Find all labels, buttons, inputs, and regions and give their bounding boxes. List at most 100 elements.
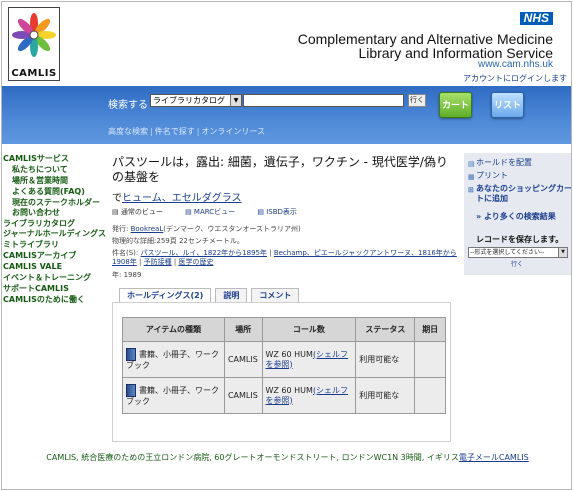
nav-item[interactable]: 場所＆営業時間 — [3, 176, 101, 187]
normal-view-link[interactable]: ▤ 通常のビュー — [112, 208, 173, 216]
holdings-header-row: アイテムの種類 場所 コール数 ステータス 期日 — [122, 317, 446, 342]
catalog-select-value: ライブラリカタログ — [153, 96, 225, 105]
publisher-label: 発行: — [112, 225, 129, 233]
cart-button[interactable]: カート — [439, 92, 472, 118]
subject-link[interactable]: 予防接種 — [144, 258, 172, 266]
hold-icon: ▤ — [468, 160, 475, 168]
author-link[interactable]: ヒューム、エセルダグラス — [122, 193, 242, 204]
list-button[interactable]: リスト — [491, 92, 524, 118]
marc-view-link[interactable]: ▤ MARCビュー — [185, 208, 245, 216]
nav-item[interactable]: 私たちについて — [3, 165, 101, 176]
nav-item[interactable]: ライブラリカタログ — [3, 219, 101, 230]
format-select-value: --形式を選択してください-- — [470, 249, 545, 256]
place-hold-label: ホールドを配置 — [476, 158, 532, 167]
call-number-cell: WZ 60 HUM(シェルフを参照) — [261, 341, 357, 378]
place-hold-link[interactable]: ▤ ホールドを配置 — [464, 158, 571, 168]
nav-item[interactable]: 現在のステークホルダー — [3, 198, 101, 208]
search-input[interactable] — [243, 94, 404, 107]
subjects-row: 件名(S): パスツール、ルイ、1822年から1895年 | Bechamp、ピ… — [112, 249, 457, 266]
book-icon — [126, 384, 136, 397]
year-row: 年: 1989 — [112, 269, 457, 281]
record-meta: 発行: BookreaL(デンマーク、ウエスタンオーストラリア州) 物理的な詳細… — [112, 223, 457, 281]
record-tabs: ホールディングス(2) 説明 コメント — [119, 288, 303, 302]
nav-item[interactable]: CAMLISのために働く — [3, 295, 101, 306]
add-cart-link[interactable]: ⊞ あなたのショッピングカートに追加 — [464, 184, 572, 204]
logo-text: CAMLIS — [11, 68, 57, 79]
isbd-view-link[interactable]: ▤ ISBD表示 — [257, 208, 307, 216]
subject-link[interactable]: 医学の歴史 — [178, 258, 213, 266]
tab-holdings[interactable]: ホールディングス(2) — [119, 288, 212, 302]
site-title-line1: Complementary and Alternative Medicine — [297, 31, 553, 47]
printer-icon: ▦ — [468, 173, 475, 181]
nav-item[interactable]: ミトライブラリ — [3, 240, 101, 251]
year-value: 1989 — [123, 271, 142, 279]
tab-comments[interactable]: コメント — [251, 288, 300, 302]
nav-item[interactable]: CAMLIS VALE — [3, 262, 101, 273]
more-results-link[interactable]: » より多くの検索結果 — [464, 211, 571, 222]
status-cell: 利用可能な — [355, 341, 416, 378]
normal-view-label: 通常のビュー — [120, 208, 163, 216]
site-title-line2: Library and Information Service — [358, 45, 553, 61]
subject-search-link[interactable]: 件名で探す — [155, 127, 195, 136]
col-header: アイテムの種類 — [122, 317, 225, 342]
record-main: パスツールは，露出: 細菌，遺伝子，ワクチン - 現代医学/偽りの基盤を でヒュ… — [112, 155, 457, 442]
holdings-table: アイテムの種類 場所 コール数 ステータス 期日 書籍、小冊子、ワークブック C… — [122, 317, 446, 414]
nav-item[interactable]: CAMLISサービス — [3, 154, 101, 165]
search-band: 検索する ライブラリカタログ ▼ 行く カート リスト 高度な検索 | 件名で探す |… — [2, 86, 571, 144]
save-record-label: レコードを保存します。 — [476, 235, 564, 244]
publisher-row: 発行: BookreaL(デンマーク、ウエスタンオーストラリア州) — [112, 223, 457, 235]
physical-value: 259頁 22センチメートル。 — [156, 237, 244, 245]
item-type: 書籍、小冊子、ワークブック — [126, 386, 219, 406]
search-links: 高度な検索 | 件名で探す | オンラインリース — [108, 126, 265, 137]
call-number-cell: WZ 60 HUM(シェルフを参照) — [261, 377, 357, 414]
online-resources-link[interactable]: オンラインリース — [201, 127, 265, 136]
table-row: 書籍、小冊子、ワークブック CAMLIS WZ 60 HUM(シェルフを参照) … — [122, 377, 446, 414]
login-link[interactable]: アカウントにログインします — [463, 73, 567, 84]
nav-item[interactable]: CAMLISアーカイブ — [3, 251, 101, 262]
nav-item[interactable]: イベント＆トレーニング — [3, 273, 101, 284]
publisher-note: (デンマーク、ウエスタンオーストラリア州) — [163, 225, 301, 233]
subject-link[interactable]: パスツール、ルイ、1822年から1895年 — [141, 249, 268, 257]
publisher-link[interactable]: BookreaL — [131, 225, 164, 233]
cart-icon: ⊞ — [468, 186, 474, 194]
footer: CAMLIS, 統合医療のための王立ロンドン病院, 60グレートオーモンドストリ… — [2, 452, 571, 463]
item-type-cell: 書籍、小冊子、ワークブック — [122, 377, 225, 414]
author-line: でヒューム、エセルダグラス — [112, 189, 457, 204]
site-title: Complementary and Alternative Medicine L… — [298, 32, 553, 60]
item-type: 書籍、小冊子、ワークブック — [126, 350, 219, 370]
col-header: コール数 — [261, 317, 357, 342]
nav-item[interactable]: よくある質問(FAQ) — [3, 187, 101, 198]
nav-item[interactable]: お問い合わせ — [3, 208, 101, 219]
email-link[interactable]: 電子メールCAMLIS — [459, 453, 529, 462]
advanced-search-link[interactable]: 高度な検索 — [108, 127, 148, 136]
header: CAMLIS NHS Complementary and Alternative… — [2, 2, 571, 86]
flower-logo-icon — [12, 13, 56, 57]
nhs-badge: NHS — [519, 12, 553, 25]
separator: | — [150, 127, 153, 136]
chevron-down-icon: ▼ — [558, 248, 567, 257]
site-url[interactable]: www.cam.nhs.uk — [478, 59, 553, 70]
add-cart-label: あなたのショッピングカートに追加 — [476, 184, 572, 203]
location-cell: CAMLIS — [223, 377, 263, 414]
call-number: WZ 60 HUM — [265, 385, 313, 395]
print-link[interactable]: ▦ プリント — [464, 171, 571, 181]
subjects-label: 件名(S): — [112, 249, 139, 257]
print-label: プリント — [476, 171, 508, 180]
col-header: 期日 — [414, 317, 446, 342]
col-header: 場所 — [223, 317, 263, 342]
author-prefix: で — [112, 193, 122, 204]
nav-item[interactable]: サポートCAMLIS — [3, 284, 101, 295]
due-cell — [414, 377, 446, 414]
physical-label: 物理的な詳細: — [112, 237, 157, 245]
format-select[interactable]: --形式を選択してください-- ▼ — [468, 247, 568, 258]
call-number: WZ 60 HUM — [265, 349, 313, 359]
camlis-logo[interactable]: CAMLIS — [8, 7, 60, 81]
search-go-button[interactable]: 行く — [408, 94, 426, 107]
catalog-select[interactable]: ライブラリカタログ ▼ — [150, 94, 242, 107]
save-go-button[interactable]: 行く — [511, 259, 525, 268]
tab-description[interactable]: 説明 — [215, 288, 248, 302]
year-label: 年: — [112, 271, 122, 279]
status-cell: 利用可能な — [355, 377, 416, 414]
nav-item[interactable]: ジャーナルホールディングス — [3, 229, 106, 240]
location-cell: CAMLIS — [223, 341, 263, 378]
